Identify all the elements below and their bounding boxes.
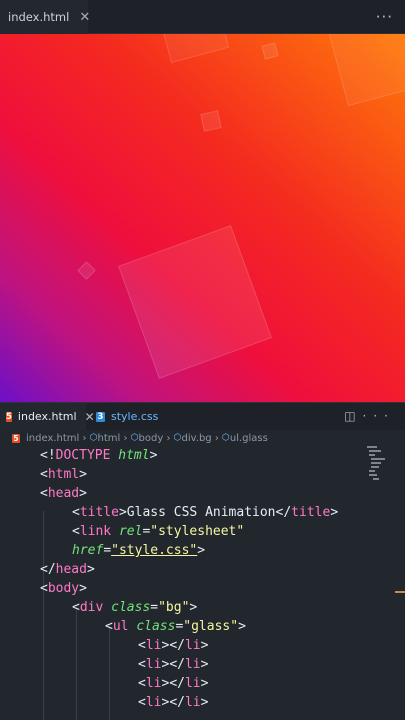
tab-style-css[interactable]: 3 style.css [90, 403, 180, 430]
glass-square-top [261, 42, 279, 60]
tab-label: style.css [111, 410, 159, 423]
html-file-icon: 5 [12, 433, 20, 443]
glass-square-tiny [77, 261, 96, 280]
browser-preview [0, 34, 405, 402]
html-file-icon: 5 [6, 411, 12, 422]
tab-index-html[interactable]: 5 index.html ✕ [0, 403, 95, 430]
preview-tab-label: index.html [8, 10, 70, 24]
code-line-3: <head> [40, 486, 87, 501]
chevron-right-icon: › [120, 432, 131, 444]
scrollbar-marker [395, 591, 405, 593]
code-line-8: <body> [40, 581, 87, 596]
element-icon: ⬡ [130, 433, 139, 443]
glass-square-corner [324, 34, 405, 107]
code-line-9: <div class="bg"> [72, 600, 198, 615]
breadcrumb-item[interactable]: ul.glass [230, 433, 268, 444]
element-icon: ⬡ [89, 433, 98, 443]
code-line-10: <ul class="glass"> [105, 619, 246, 634]
element-icon: ⬡ [222, 433, 230, 443]
code-line-14: <li></li> [138, 695, 209, 710]
element-icon: ⬡ [173, 433, 182, 443]
breadcrumb-item[interactable]: index.html [26, 433, 79, 444]
breadcrumb-item[interactable]: body [139, 433, 164, 444]
code-line-1: <!DOCTYPE html> [40, 448, 158, 463]
glass-square-top-left [160, 34, 230, 64]
split-editor-icon[interactable]: ◫ [344, 409, 362, 423]
code-line-13: <li></li> [138, 676, 209, 691]
tab-label: index.html [17, 410, 77, 423]
editor-actions: ◫··· [344, 409, 395, 423]
close-icon[interactable]: ✕ [79, 10, 90, 25]
css-file-icon: 3 [96, 411, 105, 422]
breadcrumb: 5 index.html › ⬡ html › ⬡ body › ⬡ div.b… [0, 430, 405, 446]
chevron-right-icon: › [211, 432, 223, 444]
more-actions-icon[interactable]: ··· [363, 409, 395, 423]
preview-tab-index-html[interactable]: index.html ✕ [0, 0, 90, 34]
breadcrumb-item[interactable]: html [98, 433, 121, 444]
code-line-6: href="style.css"> [72, 543, 206, 558]
chevron-right-icon: › [163, 432, 174, 444]
indent-guide [76, 606, 77, 720]
minimap[interactable] [367, 446, 385, 486]
code-line-7: </head> [40, 562, 95, 577]
breadcrumb-item[interactable]: div.bg [182, 433, 212, 444]
code-line-4: <title>Glass CSS Animation</title> [72, 505, 339, 520]
preview-tab-bar: index.html ✕ ··· [0, 0, 405, 34]
indent-guide [109, 625, 110, 720]
glass-square-small [200, 110, 222, 132]
code-line-5: <link rel="stylesheet" [72, 524, 245, 539]
more-actions-icon[interactable]: ··· [376, 8, 393, 26]
chevron-right-icon: › [79, 432, 90, 444]
code-line-12: <li></li> [138, 657, 209, 672]
code-line-2: <html> [40, 467, 87, 482]
indent-guide [43, 511, 44, 720]
code-editor[interactable]: <!DOCTYPE html> <html> <head> <title>Gla… [0, 446, 405, 720]
glass-square-large [118, 225, 272, 379]
editor-tab-bar: 5 index.html ✕ 3 style.css ◫··· [0, 402, 405, 430]
code-line-11: <li></li> [138, 638, 209, 653]
